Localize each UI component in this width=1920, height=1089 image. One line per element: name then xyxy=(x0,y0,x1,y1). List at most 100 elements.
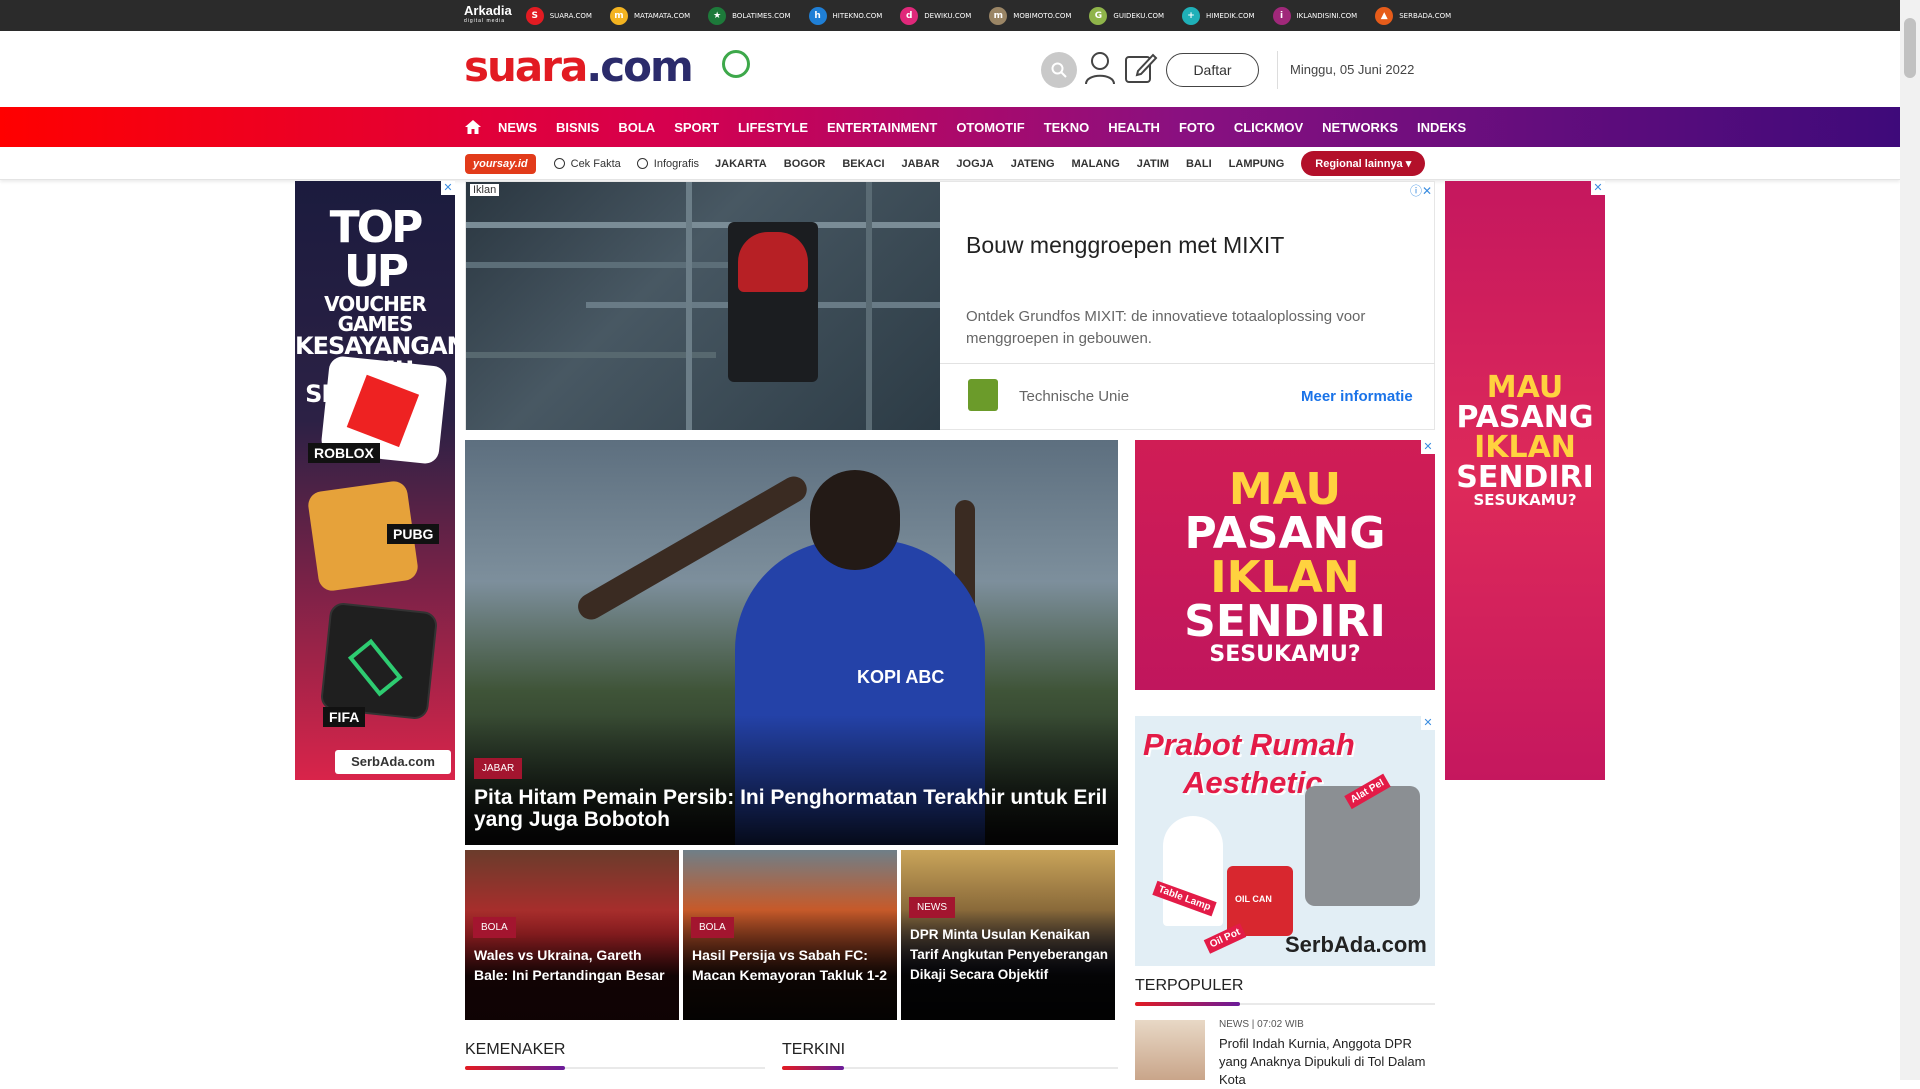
ad-headline: KESAYANGAN xyxy=(295,332,455,360)
popular-title[interactable]: Profil Indah Kurnia, Anggota DPR yang An… xyxy=(1219,1035,1435,1089)
nav-item[interactable]: BOLA xyxy=(618,120,655,135)
network-site-link[interactable]: d DEWIKU.COM xyxy=(900,6,971,25)
headline-title[interactable]: Pita Hitam Pemain Persib: Ini Penghormat… xyxy=(474,787,1114,831)
ad-rectangle-prabot[interactable]: Prabot Rumah Aesthetic Table Lamp OIL CA… xyxy=(1135,716,1435,966)
region-link[interactable]: MALANG xyxy=(1072,158,1120,170)
suara-logo[interactable]: suara.com xyxy=(464,45,694,89)
write-icon[interactable] xyxy=(1124,51,1158,85)
ad-rectangle-mau[interactable]: MAU PASANG IKLAN SENDIRI SESUKAMU? ✕ xyxy=(1135,440,1435,690)
adchoices-icon[interactable]: ⓘ✕ xyxy=(1410,182,1432,199)
ad-headline: PASANG xyxy=(1456,400,1594,435)
register-button[interactable]: Daftar xyxy=(1166,53,1259,87)
section-title-terkini[interactable]: TERKINI xyxy=(782,1041,845,1059)
category-tag[interactable]: BOLA xyxy=(473,917,516,938)
nav-item[interactable]: BISNIS xyxy=(556,120,599,135)
page-scrollbar[interactable] xyxy=(1900,0,1920,1080)
sub-navigation: yoursay.id Cek Fakta Infografis JAKARTA BOG… xyxy=(0,147,1900,180)
regional-more-dropdown[interactable]: Regional lainnya ▾ xyxy=(1301,151,1426,176)
ad-headline: VOUCHER GAMES xyxy=(324,292,427,336)
ad-headline: SESUKAMU? xyxy=(1473,491,1577,509)
arkadia-logo[interactable]: Arkadia digital media xyxy=(464,4,512,27)
ad-description: Ontdek Grundfos MIXIT: de innovatieve to… xyxy=(966,308,1366,347)
region-link[interactable]: BALI xyxy=(1186,158,1212,170)
popular-thumbnail[interactable] xyxy=(1135,1020,1205,1080)
network-site-link[interactable]: ★ BOLATIMES.COM xyxy=(708,6,791,25)
news-card-title[interactable]: Wales vs Ukraina, Gareth Bale: Ini Perta… xyxy=(474,945,674,985)
section-accent xyxy=(465,1066,565,1070)
news-card[interactable]: BOLA Wales vs Ukraina, Gareth Bale: Ini … xyxy=(465,850,679,1020)
logo-badge-icon xyxy=(722,50,750,78)
product-label: Oil Pot xyxy=(1203,923,1247,954)
category-tag[interactable]: JABAR xyxy=(474,758,523,779)
region-link[interactable]: JAKARTA xyxy=(715,158,767,170)
nav-item[interactable]: CLICKMOV xyxy=(1234,120,1303,135)
native-ad[interactable]: Iklan Bouw menggroepen met MIXIT Ontdek … xyxy=(465,181,1435,430)
section-title-terpopuler[interactable]: TERPOPULER xyxy=(1135,977,1243,995)
news-card-title[interactable]: DPR Minta Usulan Kenaikan Tarif Angkutan… xyxy=(910,925,1110,985)
region-link[interactable]: JATENG xyxy=(1011,158,1055,170)
fifa-points-icon xyxy=(347,638,403,697)
advertiser-name: Technische Unie xyxy=(1019,388,1130,405)
scrollbar-thumb[interactable] xyxy=(1904,18,1916,78)
close-ad-icon[interactable]: ✕ xyxy=(1591,181,1605,195)
nav-item[interactable]: FOTO xyxy=(1179,120,1215,135)
nav-item[interactable]: TEKNO xyxy=(1044,120,1090,135)
headline-story[interactable]: KOPI ABC JABAR Pita Hitam Pemain Persib:… xyxy=(465,440,1118,845)
serbada-logo: SerbAda.com xyxy=(1285,932,1427,957)
ad-cta-link[interactable]: Meer informatie xyxy=(1301,388,1413,405)
network-site-icon: ★ xyxy=(708,6,727,25)
region-link[interactable]: JOGJA xyxy=(956,158,993,170)
user-icon[interactable] xyxy=(1084,51,1116,85)
network-site-link[interactable]: S SUARA.COM xyxy=(525,6,592,25)
nav-item[interactable]: OTOMOTIF xyxy=(956,120,1024,135)
search-button[interactable] xyxy=(1041,52,1077,88)
ad-headline: TOP UP xyxy=(329,202,424,297)
subnav-label: Infografis xyxy=(653,157,700,170)
news-card[interactable]: BOLA Hasil Persija vs Sabah FC: Macan Ke… xyxy=(683,850,897,1020)
nav-item[interactable]: ENTERTAINMENT xyxy=(827,120,937,135)
close-ad-icon[interactable]: ✕ xyxy=(1421,440,1435,454)
nav-item[interactable]: INDEKS xyxy=(1417,120,1466,135)
nav-item[interactable]: NETWORKS xyxy=(1322,120,1398,135)
network-site-link[interactable]: G GUIDEKU.COM xyxy=(1089,6,1165,25)
serbada-logo: SerbAda.com xyxy=(335,750,451,774)
ad-title[interactable]: Bouw menggroepen met MIXIT xyxy=(966,232,1284,259)
region-link[interactable]: JABAR xyxy=(902,158,940,170)
ad-image: Iklan xyxy=(466,182,940,430)
close-ad-icon[interactable]: ✕ xyxy=(441,181,455,195)
nav-item[interactable]: SPORT xyxy=(674,120,719,135)
region-link[interactable]: BOGOR xyxy=(784,158,826,170)
ad-skyscraper-left[interactable]: TOP UP VOUCHER GAMES KESAYANGAN KAMU SEK… xyxy=(295,181,455,780)
region-link[interactable]: LAMPUNG xyxy=(1229,158,1285,170)
network-site-label: GUIDEKU.COM xyxy=(1113,11,1165,20)
network-site-link[interactable]: m MOBIMOTO.COM xyxy=(989,6,1071,25)
category-tag[interactable]: BOLA xyxy=(691,917,734,938)
yoursay-logo[interactable]: yoursay.id xyxy=(465,153,536,174)
ad-skyscraper-right[interactable]: MAU PASANG IKLAN SENDIRI SESUKAMU? ✕ xyxy=(1445,181,1605,780)
region-link[interactable]: BEKACI xyxy=(842,158,884,170)
network-site-link[interactable]: m MATAMATA.COM xyxy=(609,6,690,25)
nav-item[interactable]: NEWS xyxy=(498,120,537,135)
network-site-link[interactable]: + HIMEDIK.COM xyxy=(1182,6,1255,25)
network-site-link[interactable]: i IKLANDISINI.COM xyxy=(1272,6,1358,25)
site-header: suara.com Daftar Minggu, 05 Juni 2022 xyxy=(0,31,1900,107)
network-site-label: IKLANDISINI.COM xyxy=(1296,11,1358,20)
close-ad-icon[interactable]: ✕ xyxy=(1421,716,1435,730)
network-site-icon: i xyxy=(1272,6,1291,25)
ad-headline: IKLAN xyxy=(1474,430,1576,465)
home-icon[interactable] xyxy=(464,119,482,135)
infografis-link[interactable]: Infografis xyxy=(636,157,700,170)
network-site-link[interactable]: h HITEKNO.COM xyxy=(808,6,882,25)
network-site-link[interactable]: ▲ SERBADA.COM xyxy=(1375,6,1451,25)
roblox-icon xyxy=(346,374,420,448)
category-tag[interactable]: NEWS xyxy=(909,897,955,918)
news-card-title[interactable]: Hasil Persija vs Sabah FC: Macan Kemayor… xyxy=(692,945,892,985)
region-link[interactable]: JATIM xyxy=(1137,158,1169,170)
section-title-kemenaker[interactable]: KEMENAKER xyxy=(465,1041,565,1059)
nav-item[interactable]: LIFESTYLE xyxy=(738,120,808,135)
mop-image xyxy=(1305,786,1420,906)
cek-fakta-link[interactable]: Cek Fakta xyxy=(553,158,621,170)
network-site-label: SUARA.COM xyxy=(549,11,592,20)
news-card[interactable]: NEWS DPR Minta Usulan Kenaikan Tarif Ang… xyxy=(901,850,1115,1020)
nav-item[interactable]: HEALTH xyxy=(1108,120,1160,135)
